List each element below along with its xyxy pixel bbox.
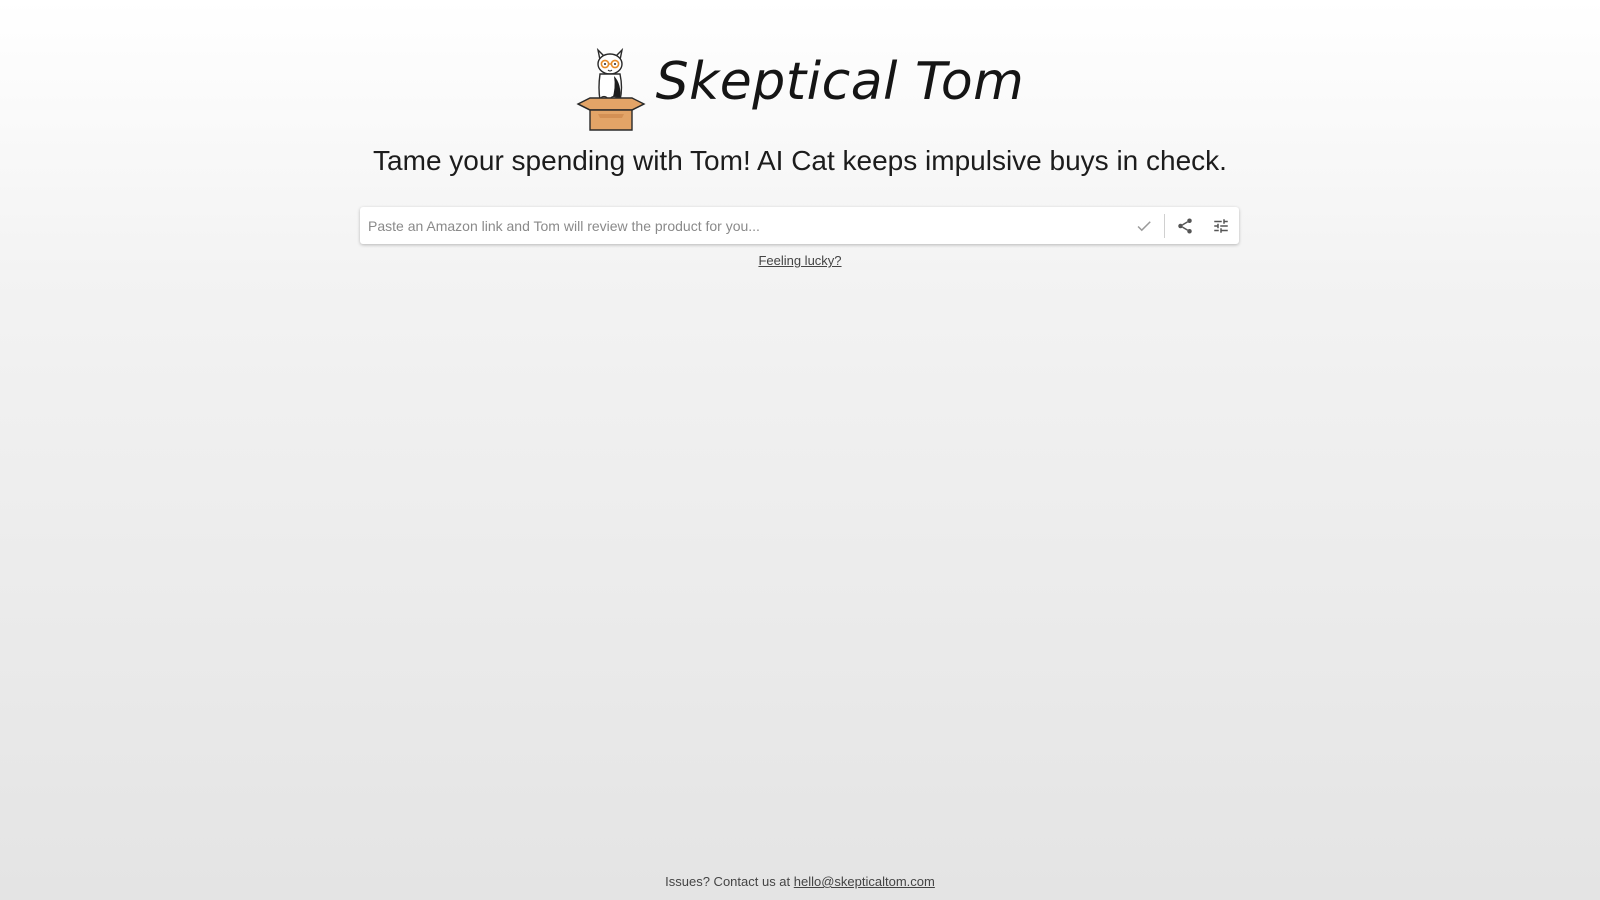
contact-email-link[interactable]: hello@skepticaltom.com: [794, 874, 935, 889]
tune-icon: [1214, 218, 1228, 233]
check-icon: [1137, 220, 1151, 231]
brand-name: Skeptical Tom: [655, 52, 1025, 112]
amazon-link-input[interactable]: [360, 207, 1126, 244]
settings-button[interactable]: [1203, 207, 1239, 244]
search-bar: [360, 207, 1239, 244]
footer: Issues? Contact us at hello@skepticaltom…: [0, 874, 1600, 889]
submit-button[interactable]: [1126, 207, 1162, 244]
divider: [1164, 213, 1165, 238]
cat-in-box-icon: [576, 47, 646, 131]
tagline: Tame your spending with Tom! AI Cat keep…: [373, 145, 1227, 176]
brand-logo[interactable]: Skeptical Tom: [576, 44, 1025, 132]
feeling-lucky-link[interactable]: Feeling lucky?: [758, 253, 841, 268]
footer-text: Issues? Contact us at: [665, 874, 794, 889]
share-button[interactable]: [1167, 207, 1203, 244]
header: Skeptical Tom: [0, 44, 1600, 132]
lucky-container: Feeling lucky?: [0, 252, 1600, 270]
share-icon: [1178, 218, 1192, 233]
